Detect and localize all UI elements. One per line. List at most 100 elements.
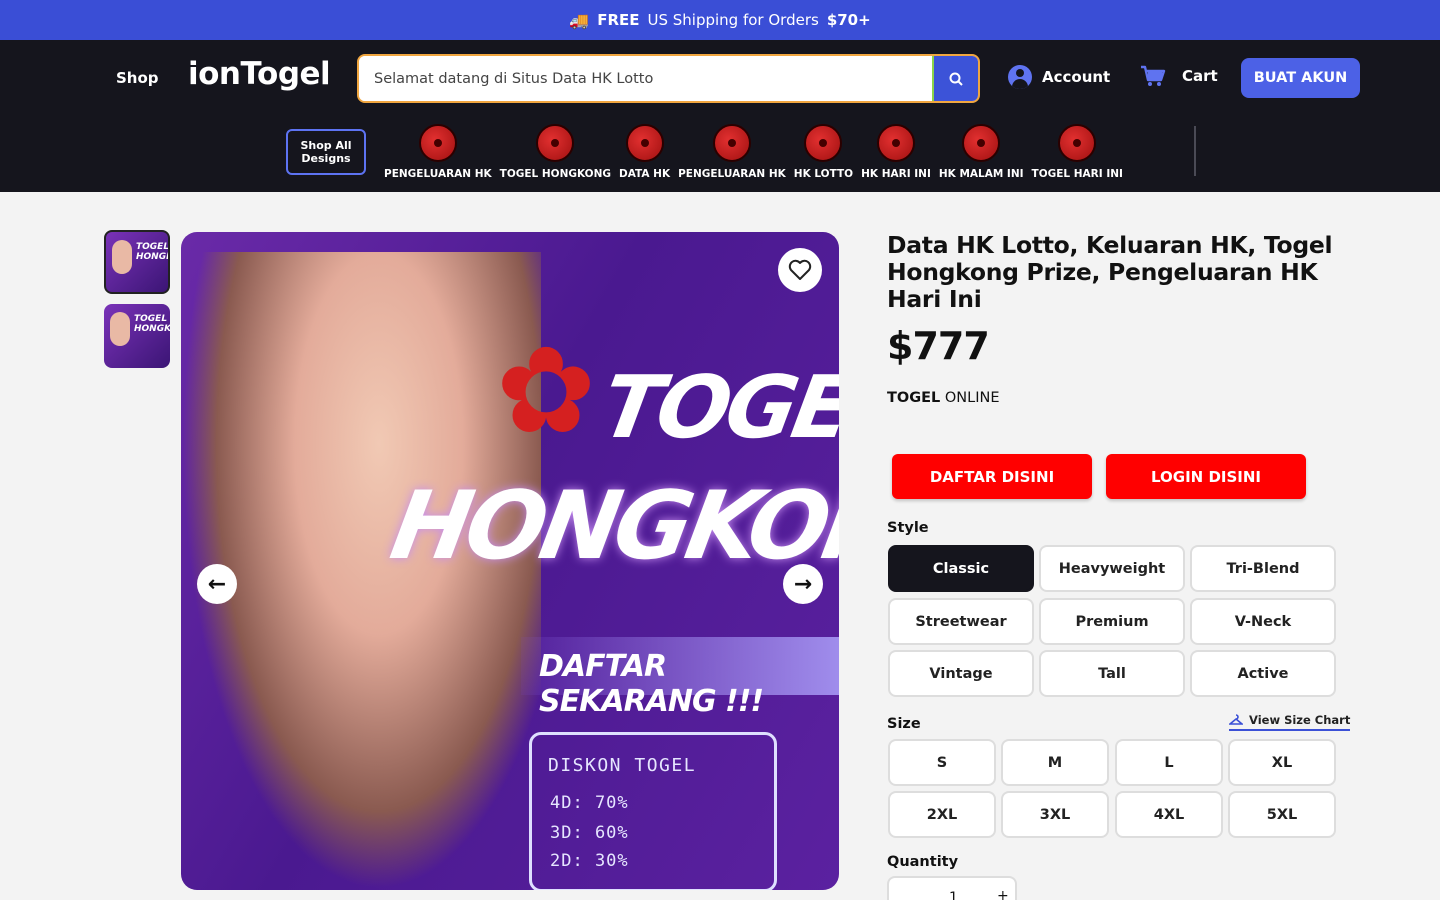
gallery-thumbnail[interactable]: TOGEL HONGKONG xyxy=(104,230,170,294)
shop-all-designs-button[interactable]: Shop All Designs xyxy=(286,129,366,175)
category-item[interactable]: HK HARI INI xyxy=(861,124,931,184)
quantity-label: Quantity xyxy=(887,854,959,870)
size-option-4xl[interactable]: 4XL xyxy=(1115,791,1223,838)
size-option-xl[interactable]: XL xyxy=(1228,739,1336,786)
discount-line: 3D: 60% xyxy=(550,823,629,843)
size-option-m[interactable]: M xyxy=(1001,739,1109,786)
promo-text: US Shipping for Orders xyxy=(647,11,819,29)
search-input[interactable] xyxy=(359,56,934,101)
brand-strong: TOGEL xyxy=(887,390,941,406)
arrow-right-icon: → xyxy=(793,571,813,597)
category-item[interactable]: PENGELUARAN HK xyxy=(678,124,786,184)
bauhinia-flower-icon: ✿ xyxy=(495,322,597,461)
hero-banner-text: DAFTAR SEKARANG !!! xyxy=(539,649,764,719)
cart-label: Cart xyxy=(1182,67,1218,85)
style-option-tall[interactable]: Tall xyxy=(1039,650,1185,697)
style-option-active[interactable]: Active xyxy=(1190,650,1336,697)
shop-link[interactable]: Shop xyxy=(116,69,159,87)
category-item[interactable]: HK LOTTO xyxy=(794,124,853,184)
category-nav: PENGELUARAN HK TOGEL HONGKONG DATA HK PE… xyxy=(384,124,1131,184)
size-option-3xl[interactable]: 3XL xyxy=(1001,791,1109,838)
size-option-2xl[interactable]: 2XL xyxy=(888,791,996,838)
login-button[interactable]: LOGIN DISINI xyxy=(1106,454,1306,499)
arrow-left-icon: ← xyxy=(207,571,227,597)
promo-bar: 🚚 FREE US Shipping for Orders $70+ xyxy=(0,0,1440,40)
cart-icon xyxy=(1141,65,1166,86)
quantity-increase-button[interactable]: + xyxy=(997,888,1009,900)
size-label: Size xyxy=(887,716,921,732)
category-ball-icon xyxy=(876,124,915,162)
style-label: Style xyxy=(887,520,929,536)
category-label: PENGELUARAN HK xyxy=(678,168,786,180)
next-image-button[interactable]: → xyxy=(783,564,823,604)
category-label: DATA HK xyxy=(619,168,671,180)
discount-title: DISKON TOGEL xyxy=(548,755,697,776)
discount-line: 2D: 30% xyxy=(550,851,629,871)
thumbnail-figure xyxy=(110,312,130,346)
category-ball-icon xyxy=(804,124,843,162)
category-ball-icon xyxy=(1058,124,1097,162)
nav-divider xyxy=(1194,126,1196,176)
previous-image-button[interactable]: ← xyxy=(197,564,237,604)
category-item[interactable]: PENGELUARAN HK xyxy=(384,124,492,184)
style-option-premium[interactable]: Premium xyxy=(1039,598,1185,645)
hero-title-line1: TOGEL xyxy=(594,358,839,458)
quantity-stepper[interactable]: 1 + xyxy=(887,876,1017,900)
style-option-tri-blend[interactable]: Tri-Blend xyxy=(1190,545,1336,592)
thumbnail-text: TOGEL HONGKONG xyxy=(134,314,170,334)
gallery-thumbnail[interactable]: TOGEL HONGKONG xyxy=(104,304,170,368)
truck-icon: 🚚 xyxy=(569,10,590,30)
search-button[interactable] xyxy=(934,56,978,101)
wishlist-button[interactable] xyxy=(778,248,822,292)
site-header: Shop ionTogel Account Cart BUAT AKUN Sho… xyxy=(0,40,1440,192)
quantity-value: 1 xyxy=(949,890,958,900)
hero-title-line2: HONGKONG xyxy=(383,472,839,581)
product-title: Data HK Lotto, Keluaran HK, Togel Hongko… xyxy=(887,231,1333,313)
thumbnail-text: TOGEL HONGKONG xyxy=(136,242,170,262)
hanger-icon xyxy=(1229,714,1243,725)
brand-rest: ONLINE xyxy=(944,390,1000,406)
search-bar xyxy=(357,54,980,103)
cart-link[interactable]: Cart xyxy=(1140,64,1218,88)
size-chart-label: View Size Chart xyxy=(1249,713,1351,727)
account-link[interactable]: Account xyxy=(1008,65,1110,89)
thumbnail-figure xyxy=(112,240,132,274)
category-label: PENGELUARAN HK xyxy=(384,168,492,180)
size-option-5xl[interactable]: 5XL xyxy=(1228,791,1336,838)
promo-amount: $70+ xyxy=(826,11,871,29)
heart-icon xyxy=(788,259,812,280)
category-ball-icon xyxy=(625,124,664,162)
size-option-l[interactable]: L xyxy=(1115,739,1223,786)
category-ball-icon xyxy=(418,124,457,162)
promo-strong: FREE xyxy=(597,11,640,29)
style-option-classic[interactable]: Classic xyxy=(888,545,1034,592)
discount-line: 4D: 70% xyxy=(550,793,629,813)
category-ball-icon xyxy=(962,124,1001,162)
product-image: ✿ TOGEL HONGKONG DAFTAR SEKARANG !!! DIS… xyxy=(181,232,839,890)
register-button[interactable]: DAFTAR DISINI xyxy=(892,454,1092,499)
style-option-v-neck[interactable]: V-Neck xyxy=(1190,598,1336,645)
hero-banner: DAFTAR SEKARANG !!! xyxy=(521,637,839,719)
category-label: HK HARI INI xyxy=(861,168,931,180)
style-option-vintage[interactable]: Vintage xyxy=(888,650,1034,697)
product-price: $777 xyxy=(887,324,990,368)
create-account-button[interactable]: BUAT AKUN xyxy=(1241,58,1360,98)
category-ball-icon xyxy=(712,124,751,162)
style-option-streetwear[interactable]: Streetwear xyxy=(888,598,1034,645)
category-item[interactable]: HK MALAM INI xyxy=(939,124,1024,184)
style-option-heavyweight[interactable]: Heavyweight xyxy=(1039,545,1185,592)
view-size-chart-link[interactable]: View Size Chart xyxy=(1229,713,1351,731)
category-item[interactable]: TOGEL HONGKONG xyxy=(500,124,611,184)
category-label: HK LOTTO xyxy=(793,168,854,180)
size-option-s[interactable]: S xyxy=(888,739,996,786)
search-icon xyxy=(949,72,963,86)
category-ball-icon xyxy=(536,124,575,162)
category-label: TOGEL HARI INI xyxy=(1031,168,1123,180)
category-item[interactable]: TOGEL HARI INI xyxy=(1032,124,1123,184)
category-item[interactable]: DATA HK xyxy=(619,124,670,184)
account-label: Account xyxy=(1042,68,1111,86)
site-logo[interactable]: ionTogel xyxy=(188,56,331,92)
user-icon xyxy=(1008,65,1032,89)
discount-box: DISKON TOGEL 4D: 70% 3D: 60% 2D: 30% xyxy=(529,732,777,890)
category-label: TOGEL HONGKONG xyxy=(499,168,612,180)
